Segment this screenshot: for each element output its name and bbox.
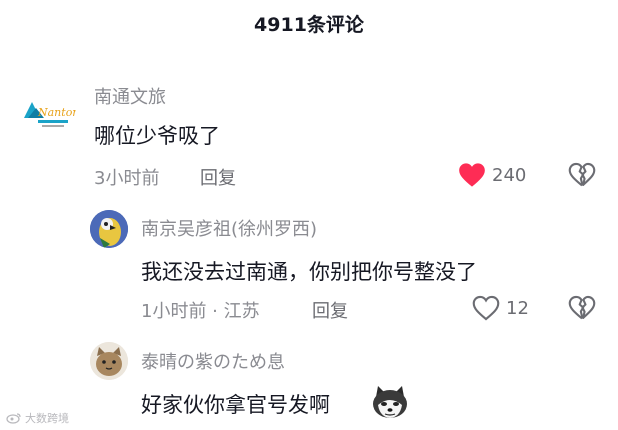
avatar[interactable] <box>90 342 128 380</box>
avatar-logo-text: Nantong <box>37 106 76 119</box>
like-button[interactable]: 240 <box>458 162 526 188</box>
husky-emoji-icon <box>370 385 410 423</box>
heart-outline-icon <box>472 295 500 321</box>
comment-item: 泰晴の紫のため息 好家伙你拿官号发啊 <box>0 340 618 430</box>
reply-comment-item: 南京吴彦祖(徐州罗西) 我还没去过南通，你别把你号整没了 1小时前 · 江苏 回… <box>0 208 618 328</box>
watermark: 大数跨境 <box>6 410 69 426</box>
comment-timestamp-location: 1小时前 · 江苏 <box>141 301 260 322</box>
cat-avatar-icon <box>90 342 128 380</box>
comments-count-title: 4911条评论 <box>254 14 364 36</box>
heart-filled-icon <box>459 163 485 187</box>
dislike-button[interactable] <box>568 162 596 192</box>
comment-username[interactable]: 泰晴の紫のため息 <box>141 348 285 374</box>
dislike-button[interactable] <box>568 295 596 325</box>
avatar[interactable] <box>90 210 128 248</box>
broken-heart-icon <box>568 162 596 187</box>
comment-content: 好家伙你拿官号发啊 <box>141 393 330 417</box>
weibo-icon <box>6 413 21 424</box>
watermark-text: 大数跨境 <box>25 412 69 425</box>
avatar[interactable]: Nantong <box>18 88 76 146</box>
comment-username[interactable]: 南京吴彦祖(徐州罗西) <box>141 215 317 241</box>
nantong-logo-icon: Nantong <box>24 102 76 127</box>
like-button[interactable]: 12 <box>472 295 529 321</box>
comment-content: 哪位少爷吸了 <box>94 124 220 148</box>
comment-content: 我还没去过南通，你别把你号整没了 <box>141 260 477 284</box>
like-count: 240 <box>492 164 527 186</box>
comment-username[interactable]: 南通文旅 <box>94 83 166 109</box>
reply-button[interactable]: 回复 <box>312 297 348 323</box>
parrot-avatar-icon <box>90 210 128 248</box>
reply-button[interactable]: 回复 <box>200 164 236 190</box>
comment-item: Nantong 南通文旅 哪位少爷吸了 3小时前 回复 240 <box>0 80 618 190</box>
broken-heart-icon <box>568 295 596 320</box>
like-count: 12 <box>506 297 529 319</box>
comment-timestamp: 3小时前 <box>94 168 160 189</box>
